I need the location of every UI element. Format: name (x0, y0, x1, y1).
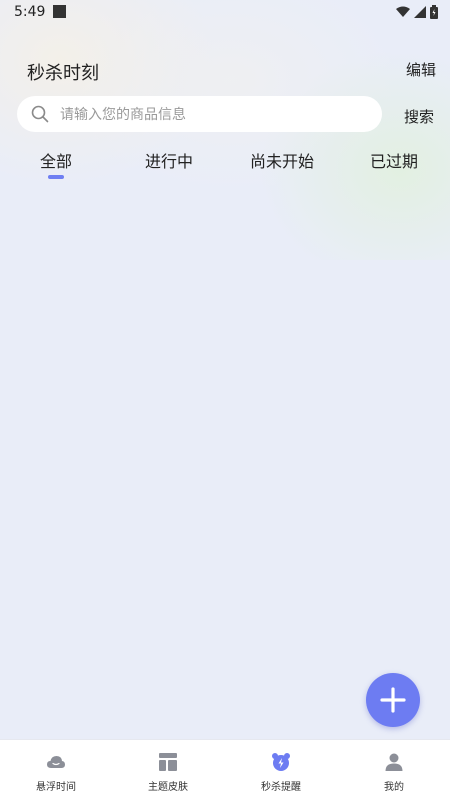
nav-item-theme-skin[interactable]: 主题皮肤 (112, 740, 224, 801)
tab-expired[interactable]: 已过期 (370, 148, 418, 172)
active-tab-indicator (48, 175, 64, 179)
add-button[interactable] (366, 673, 420, 727)
wifi-icon (396, 6, 410, 17)
status-time: 5:49 (14, 4, 46, 20)
signal-icon (414, 6, 426, 18)
nav-label: 主题皮肤 (148, 782, 188, 793)
edit-button[interactable]: 编辑 (406, 59, 436, 80)
layout-icon (159, 753, 177, 771)
tab-in-progress[interactable]: 进行中 (145, 148, 193, 172)
status-icons (396, 5, 438, 19)
status-bar: 5:49 (0, 0, 450, 26)
nav-label: 悬浮时间 (36, 782, 76, 793)
search-icon (31, 105, 49, 123)
bottom-nav: 悬浮时间 主题皮肤 秒杀提醒 我的 (0, 739, 450, 801)
nav-item-flash-reminder[interactable]: 秒杀提醒 (225, 740, 337, 801)
search-input[interactable] (58, 96, 372, 134)
nav-item-mine[interactable]: 我的 (338, 740, 450, 801)
search-box[interactable] (17, 96, 382, 134)
nav-item-float-time[interactable]: 悬浮时间 (0, 740, 112, 801)
nav-label: 秒杀提醒 (261, 782, 301, 793)
tab-not-started[interactable]: 尚未开始 (250, 148, 314, 172)
alarm-clock-icon (272, 753, 290, 771)
notification-icon (53, 5, 66, 18)
nav-label: 我的 (384, 782, 404, 793)
battery-icon (430, 5, 438, 19)
cloud-icon (47, 756, 65, 768)
user-icon (385, 753, 403, 771)
tab-all[interactable]: 全部 (40, 148, 72, 172)
page-title: 秒杀时刻 (27, 63, 99, 84)
filter-tabs: 全部 进行中 尚未开始 已过期 (0, 148, 450, 182)
plus-icon (380, 687, 406, 713)
search-button[interactable]: 搜索 (404, 106, 434, 127)
